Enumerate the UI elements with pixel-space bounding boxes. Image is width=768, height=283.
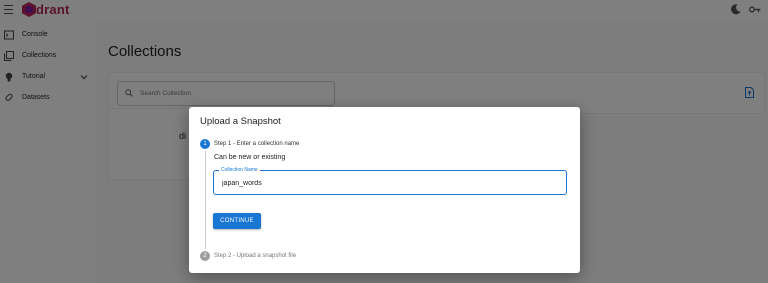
stepper-connector xyxy=(204,151,206,249)
collection-name-field[interactable]: Collection Name xyxy=(213,167,567,195)
step-1-indicator: 1 xyxy=(200,139,210,149)
continue-button[interactable]: CONTINUE xyxy=(213,213,261,229)
step-2-indicator: 2 xyxy=(200,251,210,261)
step-1-label: Step 1 - Enter a collection name xyxy=(214,141,300,147)
upload-snapshot-dialog: Upload a Snapshot 1 Step 1 - Enter a col… xyxy=(189,107,580,273)
collection-name-label: Collection Name xyxy=(219,167,260,173)
collection-name-input[interactable] xyxy=(220,175,554,191)
dialog-title: Upload a Snapshot xyxy=(200,116,281,127)
step-2-label: Step 2 - Upload a snapshot file xyxy=(214,253,297,259)
step-1-description: Can be new or existing xyxy=(214,154,286,161)
